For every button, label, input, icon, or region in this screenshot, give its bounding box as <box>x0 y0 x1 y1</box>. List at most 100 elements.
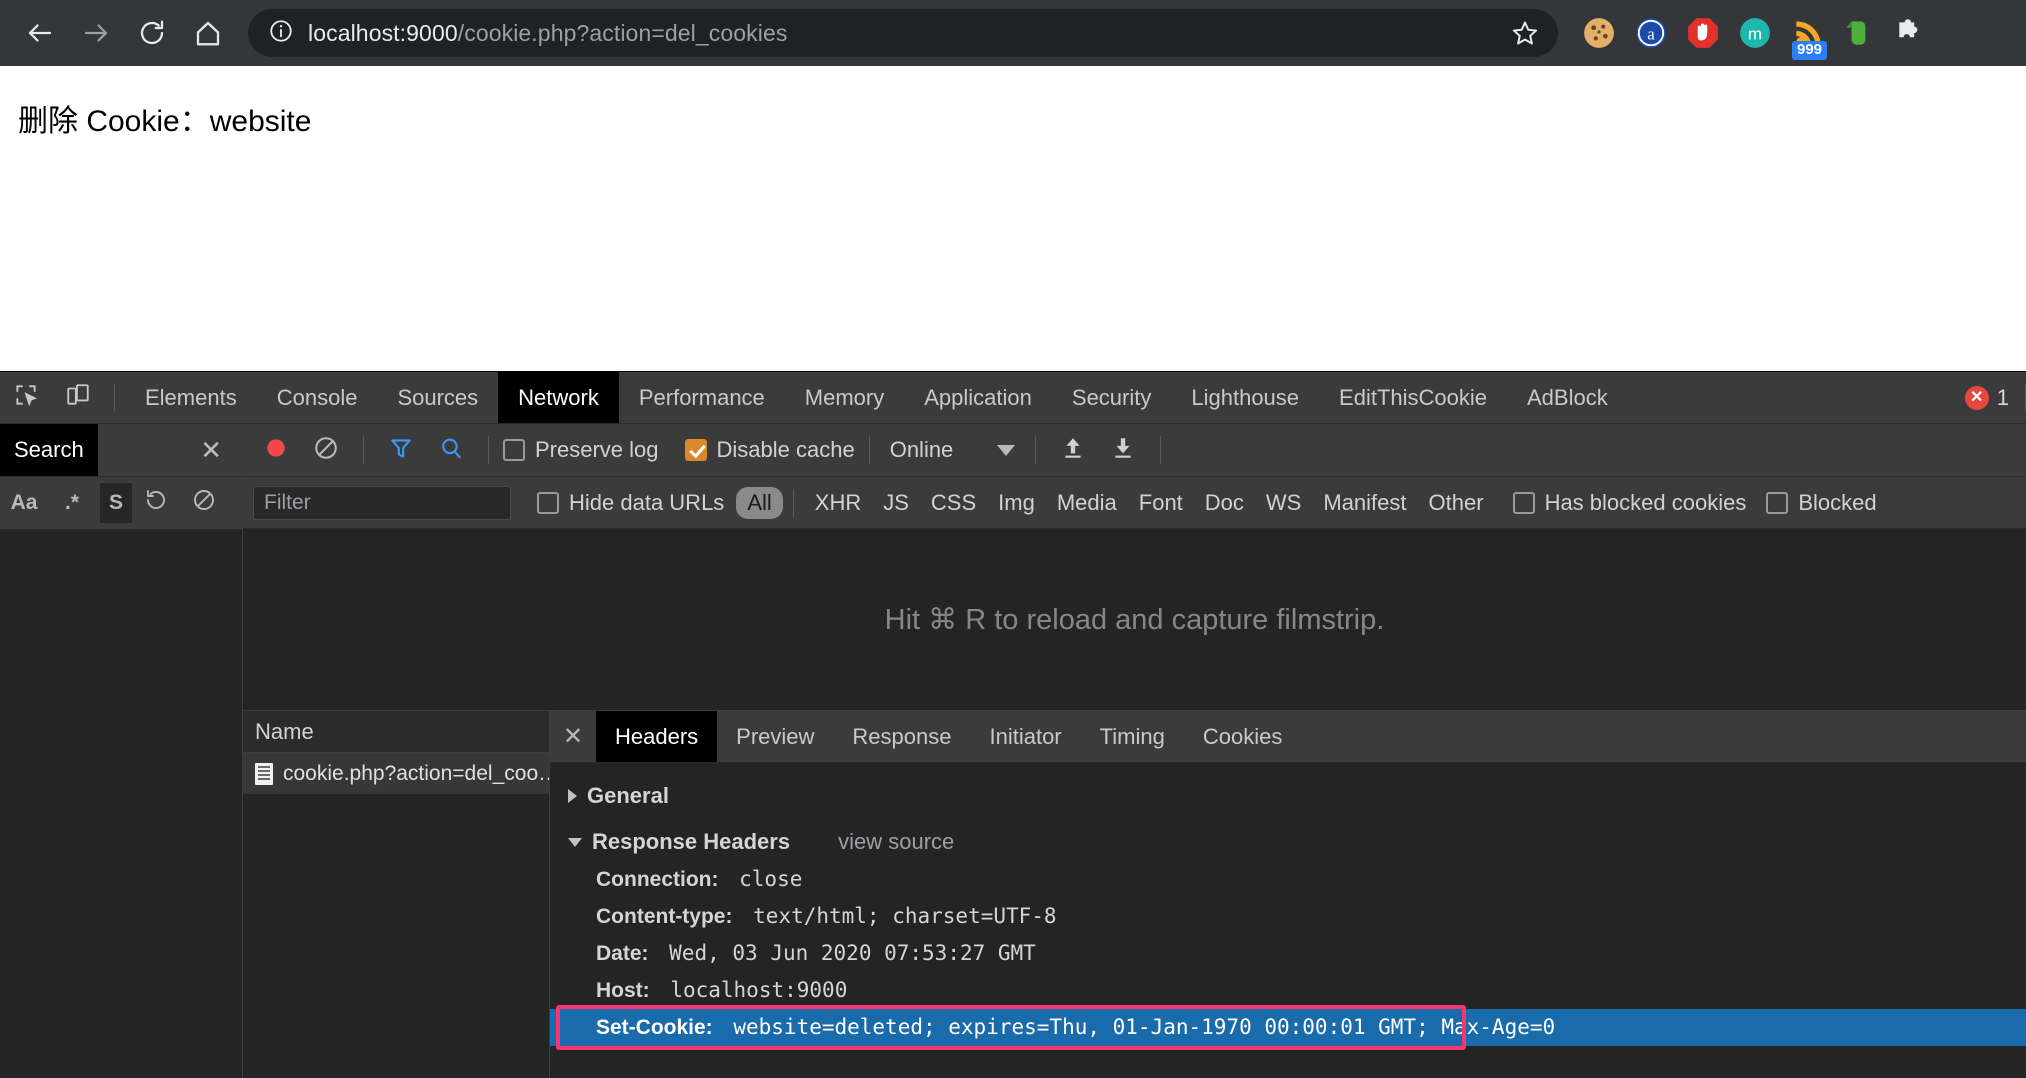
page-content: 删除 Cookie：website <box>0 66 2026 371</box>
filter-type-xhr[interactable]: XHR <box>804 487 872 519</box>
tab-search[interactable]: Search <box>0 424 98 476</box>
header-value: text/html; charset=UTF-8 <box>753 904 1057 928</box>
home-icon <box>193 18 223 48</box>
match-case-button[interactable]: Aa <box>0 483 48 523</box>
puzzle-extensions-icon[interactable] <box>1892 14 1930 52</box>
tab-adblock[interactable]: AdBlock <box>1507 372 1628 423</box>
home-button[interactable] <box>182 7 234 59</box>
blocked-option[interactable]: Blocked <box>1766 490 1877 516</box>
filter-type-ws[interactable]: WS <box>1255 487 1312 519</box>
evernote-extension-icon[interactable] <box>1840 14 1878 52</box>
error-icon: ✕ <box>1964 385 1989 410</box>
section-general[interactable]: General <box>550 777 2026 815</box>
tab-performance[interactable]: Performance <box>619 372 785 423</box>
tab-application[interactable]: Application <box>904 372 1052 423</box>
clear-requests-button[interactable] <box>303 429 349 471</box>
disable-cache-option[interactable]: Disable cache <box>684 437 855 463</box>
preserve-log-checkbox[interactable] <box>503 439 525 461</box>
filter-type-all[interactable]: All <box>736 486 783 519</box>
header-row-host[interactable]: Host: localhost:9000 <box>550 972 2026 1009</box>
header-row-date[interactable]: Date: Wed, 03 Jun 2020 07:53:27 GMT <box>550 935 2026 972</box>
m-circle-extension-icon[interactable]: m <box>1736 14 1774 52</box>
filter-input[interactable]: Filter <box>253 485 511 520</box>
filter-type-css[interactable]: CSS <box>920 487 987 519</box>
clear-icon <box>192 488 216 518</box>
tab-response[interactable]: Response <box>833 711 970 762</box>
tabbar-spacer <box>1628 372 1949 423</box>
table-row[interactable]: cookie.php?action=del_coo… <box>243 753 549 794</box>
record-button[interactable] <box>253 429 299 471</box>
regex-button[interactable]: .* <box>48 483 96 523</box>
has-blocked-cookies-option[interactable]: Has blocked cookies <box>1512 490 1746 516</box>
search-toolbar: Aa .* S <box>0 477 242 530</box>
back-button[interactable] <box>14 7 66 59</box>
tab-cookies[interactable]: Cookies <box>1184 711 1301 762</box>
cookie-extension-icon[interactable] <box>1580 14 1618 52</box>
browser-toolbar: localhost:9000/cookie.php?action=del_coo… <box>0 0 2026 66</box>
inspect-element-button[interactable] <box>0 372 52 423</box>
tab-elements[interactable]: Elements <box>125 372 257 423</box>
filter-type-js[interactable]: JS <box>872 487 920 519</box>
throttling-dropdown[interactable]: Online <box>884 437 1022 463</box>
filter-type-other[interactable]: Other <box>1418 487 1495 519</box>
hide-data-urls-option[interactable]: Hide data URLs <box>537 490 724 516</box>
filter-type-img[interactable]: Img <box>987 487 1046 519</box>
address-bar[interactable]: localhost:9000/cookie.php?action=del_coo… <box>248 9 1558 57</box>
filter-divider <box>792 488 794 517</box>
header-row-set-cookie[interactable]: Set-Cookie: website=deleted; expires=Thu… <box>550 1009 2026 1046</box>
device-toolbar-button[interactable] <box>52 372 104 423</box>
adblock-stop-hand-icon[interactable] <box>1684 14 1722 52</box>
tab-network[interactable]: Network <box>498 372 619 423</box>
network-filter-toolbar: Filter Hide data URLs All XHR JS CSS Img… <box>243 477 2026 529</box>
header-value: close <box>739 867 803 891</box>
has-blocked-cookies-checkbox[interactable] <box>1512 491 1535 514</box>
tab-lighthouse[interactable]: Lighthouse <box>1171 372 1319 423</box>
tab-initiator[interactable]: Initiator <box>970 711 1080 762</box>
header-name: Connection: <box>596 868 719 891</box>
star-outline-icon[interactable] <box>1508 16 1542 50</box>
blocked-checkbox[interactable] <box>1766 491 1789 514</box>
info-circle-icon[interactable] <box>268 18 294 49</box>
error-count-badge[interactable]: ✕ 1 <box>1949 372 2025 423</box>
search-scope-button[interactable]: S <box>100 483 132 523</box>
header-name: Host: <box>596 979 650 1002</box>
chevron-right-icon <box>568 789 577 803</box>
preserve-log-option[interactable]: Preserve log <box>503 437 659 463</box>
tab-headers[interactable]: Headers <box>596 711 718 762</box>
filter-toggle-button[interactable] <box>378 429 424 471</box>
filter-type-media[interactable]: Media <box>1046 487 1128 519</box>
search-close-button[interactable]: ✕ <box>98 424 242 476</box>
url-text[interactable]: localhost:9000/cookie.php?action=del_coo… <box>308 20 1494 47</box>
tab-preview[interactable]: Preview <box>717 711 833 762</box>
import-har-icon <box>1060 435 1086 466</box>
export-har-icon <box>1110 435 1136 466</box>
header-row-content-type[interactable]: Content-type: text/html; charset=UTF-8 <box>550 898 2026 935</box>
search-refresh-button[interactable] <box>132 483 180 523</box>
tab-sources[interactable]: Sources <box>377 372 498 423</box>
tab-memory[interactable]: Memory <box>785 372 904 423</box>
tab-timing[interactable]: Timing <box>1081 711 1184 762</box>
reload-button[interactable] <box>126 7 178 59</box>
view-source-link[interactable]: view source <box>838 829 954 855</box>
filter-type-manifest[interactable]: Manifest <box>1312 487 1417 519</box>
header-name: Content-type: <box>596 905 733 928</box>
tab-editthiscookie[interactable]: EditThisCookie <box>1319 372 1507 423</box>
import-har-button[interactable] <box>1050 429 1096 471</box>
filter-type-doc[interactable]: Doc <box>1194 487 1255 519</box>
detail-close-button[interactable]: ✕ <box>550 711 596 762</box>
section-response-headers[interactable]: Response Headers view source <box>550 823 2026 861</box>
tab-security[interactable]: Security <box>1052 372 1171 423</box>
inspect-element-icon <box>13 382 39 413</box>
header-row-connection[interactable]: Connection: close <box>550 861 2026 898</box>
export-har-button[interactable] <box>1100 429 1146 471</box>
search-clear-button[interactable] <box>180 483 228 523</box>
a-circle-extension-icon[interactable]: a <box>1632 14 1670 52</box>
request-list-header[interactable]: Name <box>243 711 549 753</box>
forward-button[interactable] <box>70 7 122 59</box>
filter-type-font[interactable]: Font <box>1128 487 1194 519</box>
hide-data-urls-checkbox[interactable] <box>537 491 559 514</box>
tab-console[interactable]: Console <box>257 372 378 423</box>
disable-cache-checkbox[interactable] <box>684 439 707 461</box>
search-requests-button[interactable] <box>428 429 474 471</box>
rss-feed-extension-icon[interactable]: 999 <box>1788 14 1828 60</box>
